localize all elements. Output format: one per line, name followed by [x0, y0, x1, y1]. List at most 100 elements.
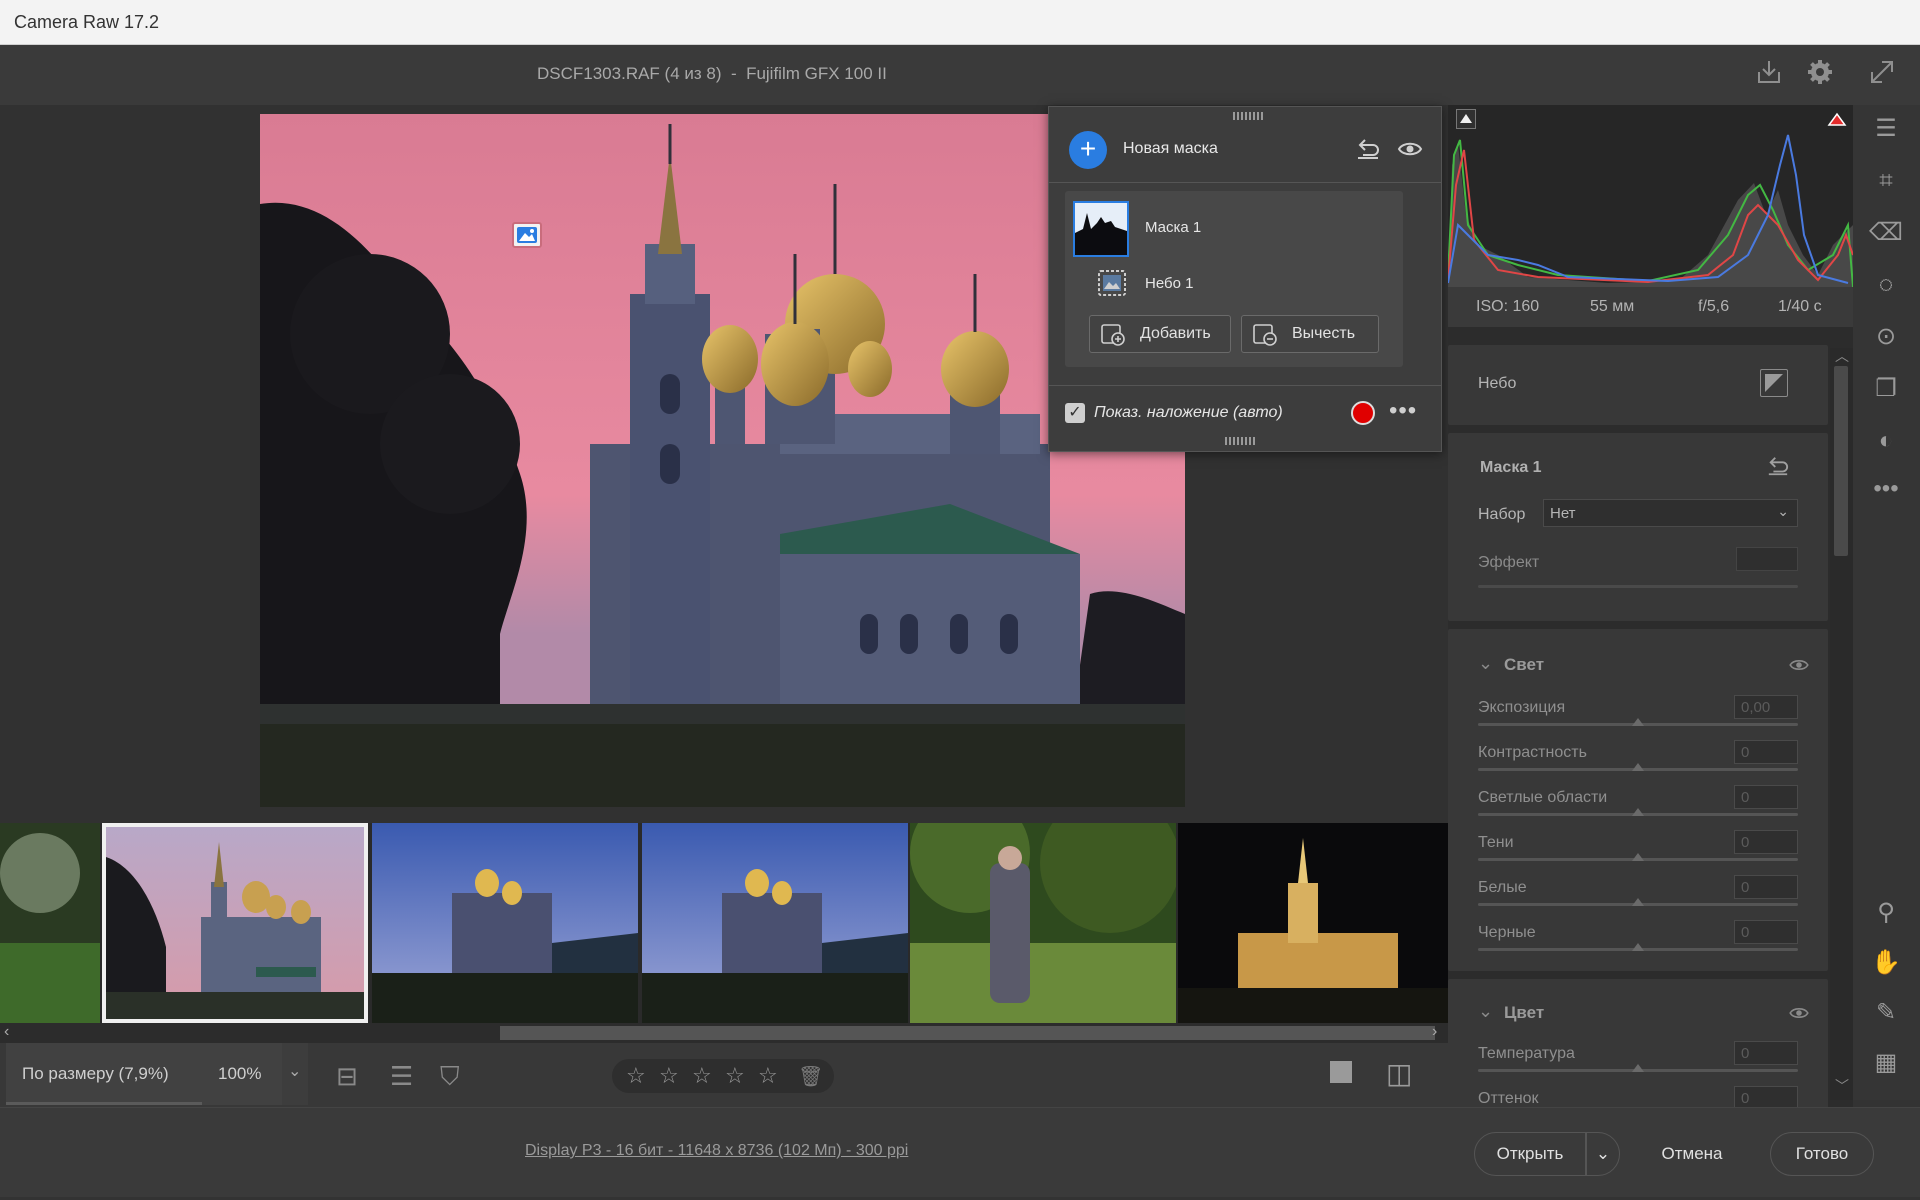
red-eye-tool-button[interactable]: ⊙: [1865, 319, 1907, 355]
slider-knob[interactable]: [1632, 763, 1644, 771]
slider-knob[interactable]: [1632, 718, 1644, 726]
fit-zoom-button[interactable]: По размеру (7,9%): [6, 1043, 202, 1105]
workflow-options-link[interactable]: Display P3 - 16 бит - 11648 x 8736 (102 …: [525, 1142, 908, 1160]
zoom-100-button[interactable]: 100%: [202, 1043, 282, 1105]
hand-tool-button[interactable]: ✋: [1865, 945, 1907, 981]
slider-value-field[interactable]: 0: [1734, 1086, 1798, 1107]
masking-tool-button[interactable]: ◌: [1865, 267, 1907, 303]
photo-preview[interactable]: [260, 114, 1185, 807]
invert-mask-button[interactable]: [1760, 369, 1788, 397]
slider-knob[interactable]: [1632, 853, 1644, 861]
scrollbar-thumb[interactable]: [1834, 366, 1848, 556]
sort-button[interactable]: ☰: [390, 1061, 413, 1092]
slider-value-field[interactable]: 0: [1734, 830, 1798, 854]
show-overlay-checkbox[interactable]: ✓: [1065, 403, 1085, 423]
slider-knob[interactable]: [1632, 943, 1644, 951]
slider-value-field[interactable]: 0: [1734, 785, 1798, 809]
snapshots-button[interactable]: ❐: [1865, 371, 1907, 407]
triangle-icon: [1827, 112, 1847, 126]
filmstrip-options-button[interactable]: ⊟: [336, 1061, 358, 1092]
mask-component-section[interactable]: Небо: [1448, 345, 1828, 425]
slider-row-temperature[interactable]: Температура 0: [1448, 1041, 1828, 1090]
highlight-clipping-toggle[interactable]: [1826, 109, 1848, 131]
filmstrip-scrollbar[interactable]: ‹ ›: [0, 1023, 1448, 1043]
fullscreen-button[interactable]: [1865, 58, 1899, 92]
filter-button[interactable]: ⛉: [440, 1061, 460, 1093]
cancel-button[interactable]: Отмена: [1636, 1132, 1748, 1176]
slider-knob[interactable]: [1632, 898, 1644, 906]
presets-button[interactable]: ◐: [1865, 423, 1907, 459]
slider-row-exposure[interactable]: Экспозиция 0,00: [1448, 695, 1828, 744]
gear-icon: [1808, 60, 1832, 84]
new-mask-button[interactable]: +: [1069, 131, 1107, 169]
overlay-color-swatch[interactable]: [1351, 401, 1375, 425]
filmstrip-thumbnail[interactable]: [1178, 823, 1448, 1023]
slider-value-field[interactable]: 0: [1734, 920, 1798, 944]
slider-row-whites[interactable]: Белые 0: [1448, 875, 1828, 924]
slider-row-shadows[interactable]: Тени 0: [1448, 830, 1828, 879]
reset-mask-button[interactable]: [1766, 455, 1790, 482]
grid-toggle-button[interactable]: ▦: [1865, 1045, 1907, 1081]
scroll-down-icon[interactable]: ﹀: [1835, 1076, 1849, 1096]
effect-slider[interactable]: [1478, 585, 1798, 588]
done-button[interactable]: Готово: [1770, 1132, 1874, 1176]
remove-tool-button[interactable]: ⌫: [1865, 215, 1907, 251]
preset-dropdown[interactable]: Нет ⌄: [1543, 499, 1798, 527]
panel-grip-bottom[interactable]: [1225, 437, 1255, 445]
mask-item-sky-1[interactable]: Небо 1: [1069, 263, 1399, 303]
color-visibility-toggle[interactable]: [1788, 1005, 1810, 1026]
mask-pin-button[interactable]: [512, 222, 542, 248]
slider-row-contrast[interactable]: Контрастность 0: [1448, 740, 1828, 789]
toggle-mask-visibility-button[interactable]: [1397, 139, 1423, 164]
slider-row-blacks[interactable]: Черные 0: [1448, 920, 1828, 969]
crop-tool-button[interactable]: ⌗: [1865, 163, 1907, 199]
chevron-down-icon[interactable]: ⌄: [1478, 653, 1493, 674]
more-options-button[interactable]: •••: [1389, 397, 1417, 425]
single-view-button[interactable]: [1330, 1061, 1352, 1083]
reset-masks-button[interactable]: [1355, 137, 1381, 166]
panel-scrollbar[interactable]: ︿ ﹀: [1830, 348, 1853, 1100]
star-icon[interactable]: ☆: [692, 1063, 712, 1089]
sampler-tool-button[interactable]: ✎: [1865, 995, 1907, 1031]
scrollbar-thumb[interactable]: [500, 1026, 1435, 1040]
star-icon[interactable]: ☆: [725, 1063, 745, 1089]
open-button[interactable]: Открыть: [1474, 1132, 1586, 1176]
filmstrip-thumbnail-selected[interactable]: [102, 823, 368, 1023]
slider-value-field[interactable]: 0,00: [1734, 695, 1798, 719]
chevron-down-icon[interactable]: ⌄: [1478, 1001, 1493, 1022]
before-after-button[interactable]: ◫: [1386, 1057, 1412, 1090]
slider-knob[interactable]: [1632, 1064, 1644, 1072]
star-icon[interactable]: ☆: [626, 1063, 646, 1089]
effect-amount-field[interactable]: [1736, 547, 1798, 571]
open-options-button[interactable]: ⌄: [1586, 1132, 1620, 1176]
slider-row-highlights[interactable]: Светлые области 0: [1448, 785, 1828, 834]
mask-item-mask-1[interactable]: Маска 1: [1069, 197, 1399, 261]
scroll-up-icon[interactable]: ︿: [1835, 346, 1849, 366]
slider-value-field[interactable]: 0: [1734, 875, 1798, 899]
panel-grip-top[interactable]: [1233, 112, 1263, 120]
light-visibility-toggle[interactable]: [1788, 657, 1810, 678]
chevron-right-icon[interactable]: ›: [1432, 1023, 1437, 1041]
slider-row-tint[interactable]: Оттенок 0: [1448, 1086, 1828, 1107]
filmstrip-thumbnail[interactable]: [910, 823, 1176, 1023]
shadow-clipping-toggle[interactable]: [1456, 109, 1476, 129]
slider-value-field[interactable]: 0: [1734, 740, 1798, 764]
slider-knob[interactable]: [1632, 808, 1644, 816]
filmstrip-thumbnail[interactable]: [642, 823, 908, 1023]
zoom-dropdown-button[interactable]: ⌄: [282, 1043, 308, 1105]
histogram[interactable]: [1447, 105, 1854, 288]
subtract-from-mask-button[interactable]: Вычесть: [1241, 315, 1379, 353]
trash-icon[interactable]: 🗑: [798, 1064, 823, 1089]
zoom-tool-button[interactable]: ⚲: [1865, 895, 1907, 931]
star-icon[interactable]: ☆: [758, 1063, 778, 1089]
filmstrip-thumbnail[interactable]: [372, 823, 638, 1023]
edit-tool-button[interactable]: ☰: [1865, 111, 1907, 147]
save-image-button[interactable]: [1752, 58, 1786, 92]
filmstrip-thumbnail[interactable]: [0, 823, 100, 1023]
add-to-mask-button[interactable]: Добавить: [1089, 315, 1231, 353]
settings-button[interactable]: [1803, 58, 1837, 92]
chevron-left-icon[interactable]: ‹: [4, 1023, 9, 1041]
slider-value-field[interactable]: 0: [1734, 1041, 1798, 1065]
more-tools-button[interactable]: •••: [1865, 471, 1907, 507]
star-icon[interactable]: ☆: [659, 1063, 679, 1089]
